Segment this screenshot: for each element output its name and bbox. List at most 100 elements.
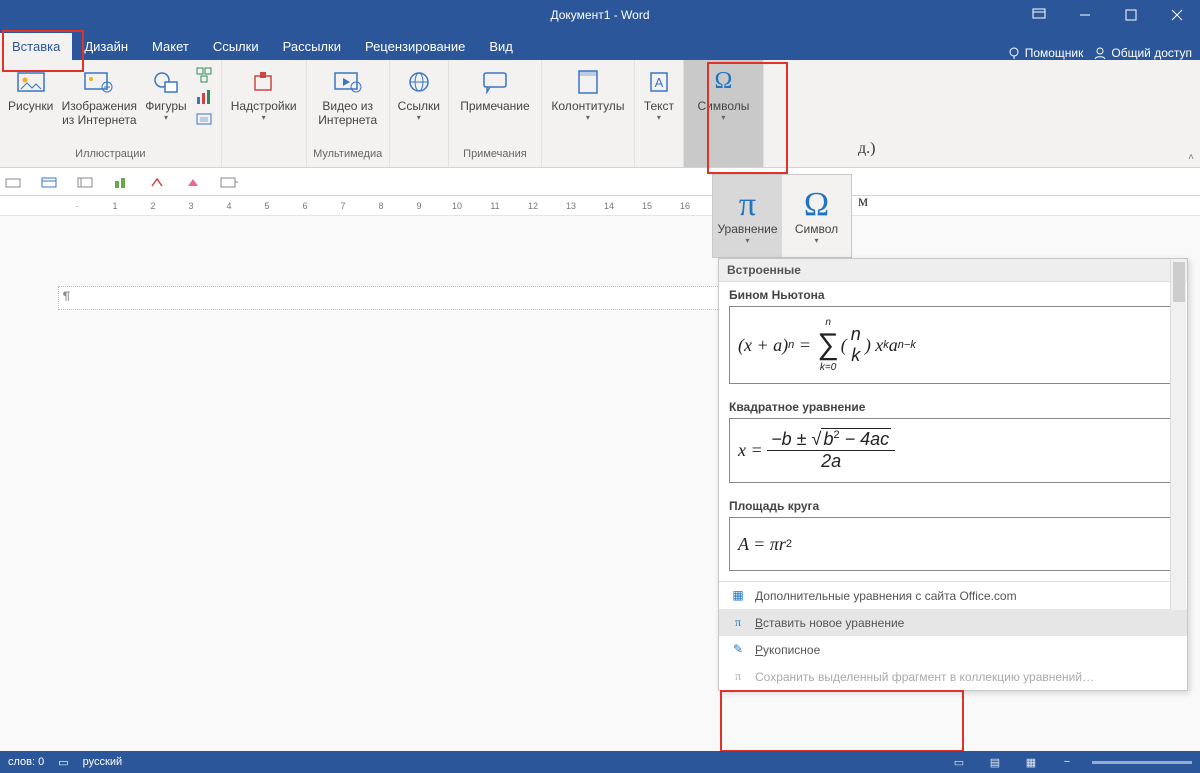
- symbols-subpanel: π Уравнение ▾ Ω Символ ▾: [712, 174, 852, 258]
- qat-icon[interactable]: [40, 173, 58, 191]
- group-links: Ссылки ▾: [390, 60, 449, 167]
- equation-item[interactable]: Бином Ньютона (x + a)n = n ∑ k=0 (nk) xk…: [719, 282, 1187, 394]
- equation-preview: A = πr2: [729, 517, 1177, 571]
- equation-item[interactable]: Площадь круга A = πr2: [719, 493, 1187, 581]
- tab-review[interactable]: Рецензирование: [353, 33, 477, 60]
- omega-icon: Ω: [804, 188, 829, 222]
- text-button[interactable]: A Текст ▾: [639, 64, 679, 124]
- label-rest: ополнительные уравнения с сайта Office.c…: [763, 589, 1016, 603]
- qat-icon[interactable]: [184, 173, 202, 191]
- paragraph-mark: ¶: [63, 290, 70, 304]
- equation-preview: x = −b ± √b2 − 4ac 2a: [729, 418, 1177, 483]
- text-icon: A: [643, 66, 675, 98]
- symbols-button[interactable]: Ω Символы ▾: [688, 64, 758, 124]
- comment-button[interactable]: Примечание: [453, 64, 537, 116]
- chevron-down-icon: ▾: [745, 236, 749, 245]
- screenshot-icon[interactable]: [195, 110, 213, 128]
- omega-icon: Ω: [707, 66, 739, 98]
- equation-title: Площадь круга: [729, 499, 1177, 513]
- online-images-button[interactable]: Изображения из Интернета: [57, 64, 141, 130]
- chevron-down-icon: ▾: [417, 114, 421, 122]
- title-bar: Документ1 - Word: [0, 0, 1200, 30]
- smartart-icon[interactable]: [195, 66, 213, 84]
- tab-mailings[interactable]: Рассылки: [271, 33, 353, 60]
- pi-icon: π: [739, 188, 756, 222]
- gallery-header: Встроенные: [719, 259, 1187, 282]
- addins-button[interactable]: Надстройки ▾: [226, 64, 302, 124]
- more-equations-item[interactable]: ▦ Дополнительные уравнения с сайта Offic…: [719, 582, 1187, 609]
- maximize-button[interactable]: [1108, 0, 1154, 30]
- ruler[interactable]: ·123456789101112131415161718: [0, 196, 1200, 216]
- links-button[interactable]: Ссылки ▾: [394, 64, 444, 124]
- gallery-footer: ▦ Дополнительные уравнения с сайта Offic…: [719, 581, 1187, 690]
- tab-references[interactable]: Ссылки: [201, 33, 271, 60]
- chevron-down-icon: ▾: [814, 236, 818, 245]
- zoom-slider[interactable]: [1092, 761, 1192, 764]
- page[interactable]: ¶: [58, 286, 758, 310]
- save-selection-item: π Сохранить выделенный фрагмент в коллек…: [719, 663, 1187, 690]
- web-layout-icon[interactable]: ▦: [1020, 756, 1042, 769]
- online-video-button[interactable]: Видео из Интернета: [311, 64, 385, 130]
- qat-icon[interactable]: [148, 173, 166, 191]
- print-layout-icon[interactable]: ▤: [984, 756, 1006, 769]
- share-button[interactable]: Общий доступ: [1093, 46, 1192, 60]
- ribbon-tabs: Вставка Дизайн Макет Ссылки Рассылки Рец…: [0, 30, 1200, 60]
- status-bar: слов: 0 ▭ русский ▭ ▤ ▦ −: [0, 751, 1200, 773]
- equation-item[interactable]: Квадратное уравнение x = −b ± √b2 − 4ac …: [719, 394, 1187, 493]
- equation-preview: (x + a)n = n ∑ k=0 (nk) xkan−k: [729, 306, 1177, 384]
- pictures-button[interactable]: Рисунки: [4, 64, 57, 116]
- word-count[interactable]: слов: 0: [8, 756, 44, 768]
- language[interactable]: русский: [83, 756, 122, 768]
- office-icon: ▦: [729, 588, 747, 603]
- tell-me[interactable]: Помощник: [1007, 46, 1084, 60]
- ribbon-options-icon[interactable]: [1016, 0, 1062, 30]
- scrollbar[interactable]: [1170, 260, 1186, 610]
- chart-icon[interactable]: [195, 88, 213, 106]
- ink-equation-item[interactable]: ✎ Рукописное: [719, 636, 1187, 663]
- qat-icon[interactable]: [220, 173, 238, 191]
- pi-icon: π: [729, 615, 747, 630]
- label-rest: укописное: [763, 643, 820, 657]
- pi-icon: π: [729, 669, 747, 684]
- tab-layout[interactable]: Макет: [140, 33, 201, 60]
- group-addins: Надстройки ▾: [222, 60, 307, 167]
- header-footer-icon: [572, 66, 604, 98]
- close-button[interactable]: [1154, 0, 1200, 30]
- pictures-icon: [15, 66, 47, 98]
- header-footer-button[interactable]: Колонтитулы ▾: [546, 64, 630, 124]
- tab-design[interactable]: Дизайн: [72, 33, 140, 60]
- label-rest: ставить новое уравнение: [763, 616, 904, 630]
- read-mode-icon[interactable]: ▭: [948, 756, 970, 769]
- qat-icon[interactable]: [76, 173, 94, 191]
- symbol-button[interactable]: Ω Символ ▾: [782, 175, 851, 257]
- proofing-icon[interactable]: ▭: [58, 756, 68, 769]
- window-controls: [1016, 0, 1200, 30]
- chevron-down-icon: ▾: [657, 114, 661, 122]
- zoom-out-icon[interactable]: −: [1056, 756, 1078, 768]
- insert-new-equation-item[interactable]: π Вставить новое уравнение: [719, 609, 1187, 636]
- shapes-icon: [150, 66, 182, 98]
- qat-icon[interactable]: [4, 173, 22, 191]
- chevron-down-icon: ▾: [721, 114, 725, 122]
- collapse-ribbon-icon[interactable]: ˄: [1188, 152, 1194, 163]
- equation-button[interactable]: π Уравнение ▾: [713, 175, 782, 257]
- background-text: м: [858, 193, 868, 211]
- chevron-down-icon: ▾: [164, 114, 168, 122]
- qat-icon[interactable]: [112, 173, 130, 191]
- window-title: Документ1 - Word: [550, 8, 649, 22]
- scrollbar-thumb[interactable]: [1173, 262, 1185, 302]
- ink-icon: ✎: [729, 642, 747, 657]
- quick-access-toolbar: [0, 168, 1200, 196]
- group-multimedia: Видео из Интернета Мультимедиа: [307, 60, 390, 167]
- group-header-footer: Колонтитулы ▾: [542, 60, 635, 167]
- tab-view[interactable]: Вид: [477, 33, 525, 60]
- shapes-button[interactable]: Фигуры ▾: [141, 64, 190, 124]
- comment-icon: [479, 66, 511, 98]
- tab-insert[interactable]: Вставка: [0, 33, 72, 60]
- group-text: A Текст ▾: [635, 60, 684, 167]
- equation-gallery: Встроенные Бином Ньютона (x + a)n = n ∑ …: [718, 258, 1188, 691]
- chevron-down-icon: ▾: [262, 114, 266, 122]
- links-icon: [403, 66, 435, 98]
- addins-icon: [248, 66, 280, 98]
- minimize-button[interactable]: [1062, 0, 1108, 30]
